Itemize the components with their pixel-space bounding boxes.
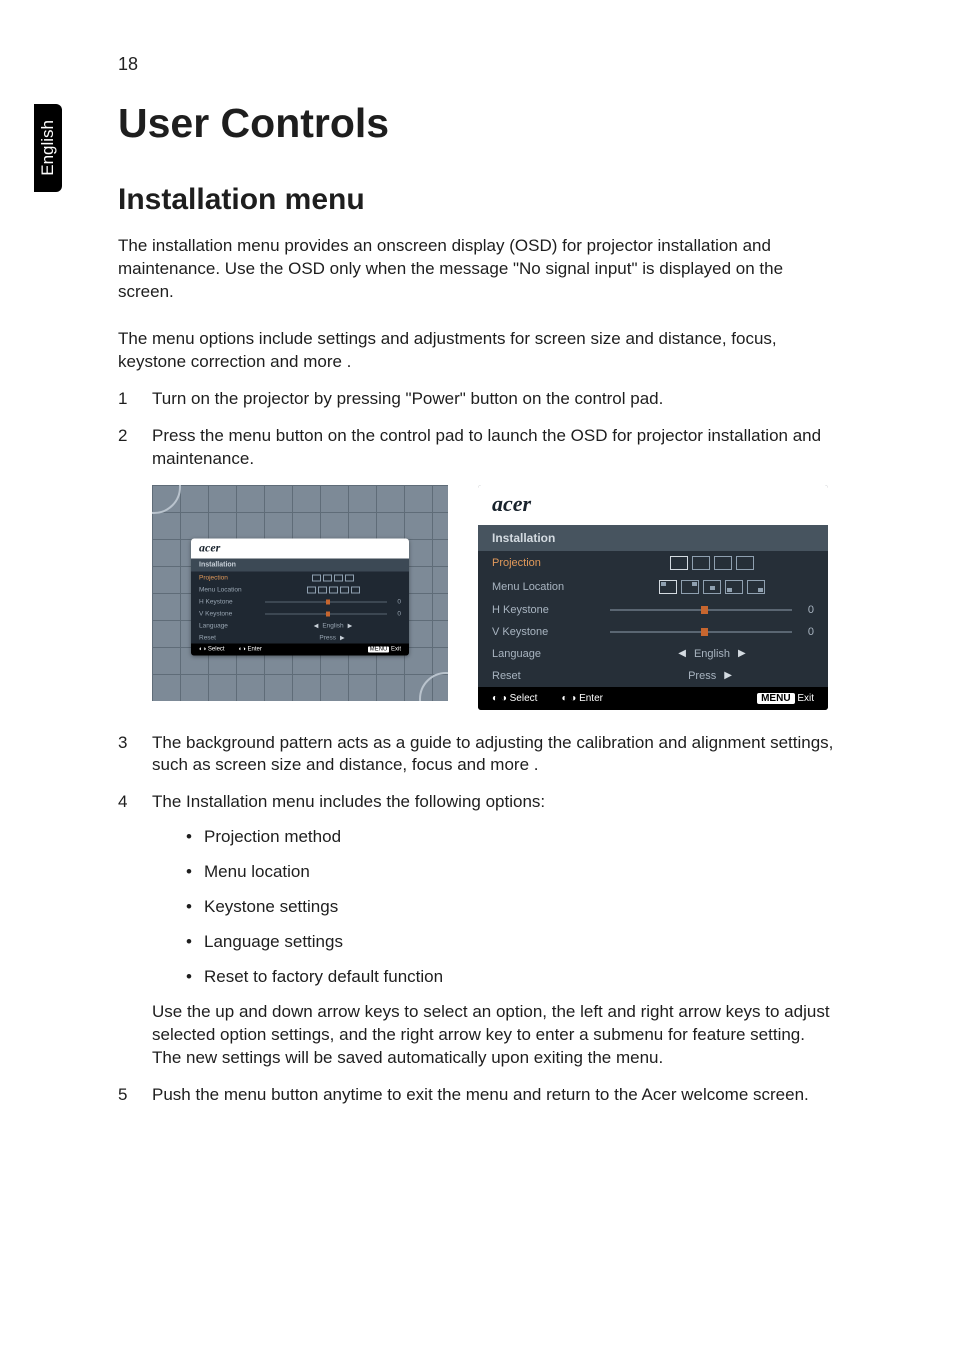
projection-icons (312, 574, 354, 581)
osd-label: Menu Location (492, 581, 602, 593)
osd-row-v-keystone: V Keystone 0 (191, 608, 409, 620)
intro-paragraph-1: The installation menu provides an onscre… (118, 235, 836, 304)
osd-calibration-background: acer Installation Projection Menu Locati… (152, 485, 448, 710)
osd-title: Installation (191, 559, 409, 572)
slider-value: 0 (389, 598, 401, 605)
options-bullet-list: Projection method Menu location Keystone… (152, 826, 836, 989)
osd-row-projection: Projection (191, 572, 409, 584)
language-side-tab: English (34, 104, 62, 192)
menu-location-icons (307, 586, 360, 593)
slider-icon (265, 613, 387, 614)
step-text: Press the menu button on the control pad… (152, 425, 836, 471)
projection-icons (670, 556, 754, 570)
osd-row-language: Language ◀ English ▶ (478, 643, 828, 665)
triangle-right-icon: ▶ (720, 670, 736, 681)
osd-label: Reset (199, 634, 259, 641)
bullet-keystone-settings: Keystone settings (186, 896, 836, 919)
nav-exit: MENU Exit (757, 693, 814, 704)
osd-value: Press (688, 670, 716, 682)
triangle-left-icon: ◀ (312, 622, 321, 629)
slider-value: 0 (796, 626, 814, 638)
osd-brand-logo: acer (191, 539, 409, 559)
osd-label: Reset (492, 670, 602, 682)
step-3: 3 The background pattern acts as a guide… (118, 732, 836, 778)
step-2: 2 Press the menu button on the control p… (118, 425, 836, 471)
osd-value: English (322, 622, 343, 629)
slider-icon (610, 631, 792, 633)
osd-label: Projection (492, 557, 602, 569)
step-text: The Installation menu includes the follo… (152, 792, 545, 811)
osd-label: V Keystone (199, 610, 259, 617)
slider-value: 0 (389, 610, 401, 617)
osd-row-reset: Reset Press▶ (191, 632, 409, 644)
steps-list: 1 Turn on the projector by pressing "Pow… (118, 388, 836, 471)
osd-label: Language (492, 648, 602, 660)
bullet-reset-factory: Reset to factory default function (186, 966, 836, 989)
slider-icon (610, 609, 792, 611)
triangle-left-icon: ◀ (674, 648, 690, 659)
step-number: 3 (118, 732, 152, 778)
step-number: 2 (118, 425, 152, 471)
osd-row-reset: Reset Press ▶ (478, 665, 828, 687)
osd-row-h-keystone: H Keystone 0 (191, 596, 409, 608)
page-number: 18 (118, 54, 138, 75)
nav-exit: MENU Exit (368, 647, 401, 653)
page-content: User Controls Installation menu The inst… (0, 0, 954, 1181)
osd-label: Projection (199, 574, 259, 581)
nav-select: ◐◑ Select (199, 647, 225, 653)
triangle-right-icon: ▶ (346, 622, 355, 629)
step-5: 5 Push the menu button anytime to exit t… (118, 1084, 836, 1107)
osd-nav-bar: ◐ ◑ Select ◐ ◑ Enter MENU Exit (478, 687, 828, 710)
step-text: The background pattern acts as a guide t… (152, 732, 836, 778)
osd-value: English (694, 648, 730, 660)
step-number: 5 (118, 1084, 152, 1107)
bullet-language-settings: Language settings (186, 931, 836, 954)
step-number: 1 (118, 388, 152, 411)
osd-menu-small: acer Installation Projection Menu Locati… (191, 539, 409, 656)
bullet-menu-location: Menu location (186, 861, 836, 884)
step-1: 1 Turn on the projector by pressing "Pow… (118, 388, 836, 411)
osd-row-h-keystone: H Keystone 0 (478, 599, 828, 621)
heading-1: User Controls (118, 100, 836, 147)
osd-label: Language (199, 622, 259, 629)
step-number: 4 (118, 791, 152, 1069)
osd-menu-large: acer Installation Projection Menu Locati… (478, 485, 828, 710)
step-text: Push the menu button anytime to exit the… (152, 1084, 836, 1107)
osd-label: H Keystone (199, 598, 259, 605)
triangle-right-icon: ▶ (734, 648, 750, 659)
heading-2: Installation menu (118, 183, 836, 217)
menu-location-icons (659, 580, 765, 594)
osd-row-v-keystone: V Keystone 0 (478, 621, 828, 643)
osd-screenshots-row: acer Installation Projection Menu Locati… (152, 485, 836, 710)
nav-select: ◐ ◑ Select (492, 693, 537, 704)
intro-paragraph-2: The menu options include settings and ad… (118, 328, 836, 374)
nav-enter: ◐◑ Enter (239, 647, 262, 653)
slider-value: 0 (796, 604, 814, 616)
step-4-explanation: Use the up and down arrow keys to select… (152, 1001, 836, 1070)
osd-row-menu-location: Menu Location (191, 584, 409, 596)
osd-row-projection: Projection (478, 551, 828, 575)
osd-row-language: Language ◀English▶ (191, 620, 409, 632)
osd-value: Press (319, 634, 336, 641)
nav-enter: ◐ ◑ Enter (561, 693, 603, 704)
osd-nav-bar: ◐◑ Select ◐◑ Enter MENU Exit (191, 644, 409, 656)
osd-label: V Keystone (492, 626, 602, 638)
osd-row-menu-location: Menu Location (478, 575, 828, 599)
steps-list-continued: 3 The background pattern acts as a guide… (118, 732, 836, 1107)
step-text: Turn on the projector by pressing "Power… (152, 388, 836, 411)
triangle-right-icon: ▶ (338, 634, 347, 641)
slider-icon (265, 601, 387, 602)
side-tab-label: English (38, 120, 58, 176)
step-4: 4 The Installation menu includes the fol… (118, 791, 836, 1069)
osd-label: Menu Location (199, 586, 259, 593)
osd-brand-logo: acer (478, 485, 828, 525)
bullet-projection-method: Projection method (186, 826, 836, 849)
osd-label: H Keystone (492, 604, 602, 616)
osd-title: Installation (478, 525, 828, 551)
